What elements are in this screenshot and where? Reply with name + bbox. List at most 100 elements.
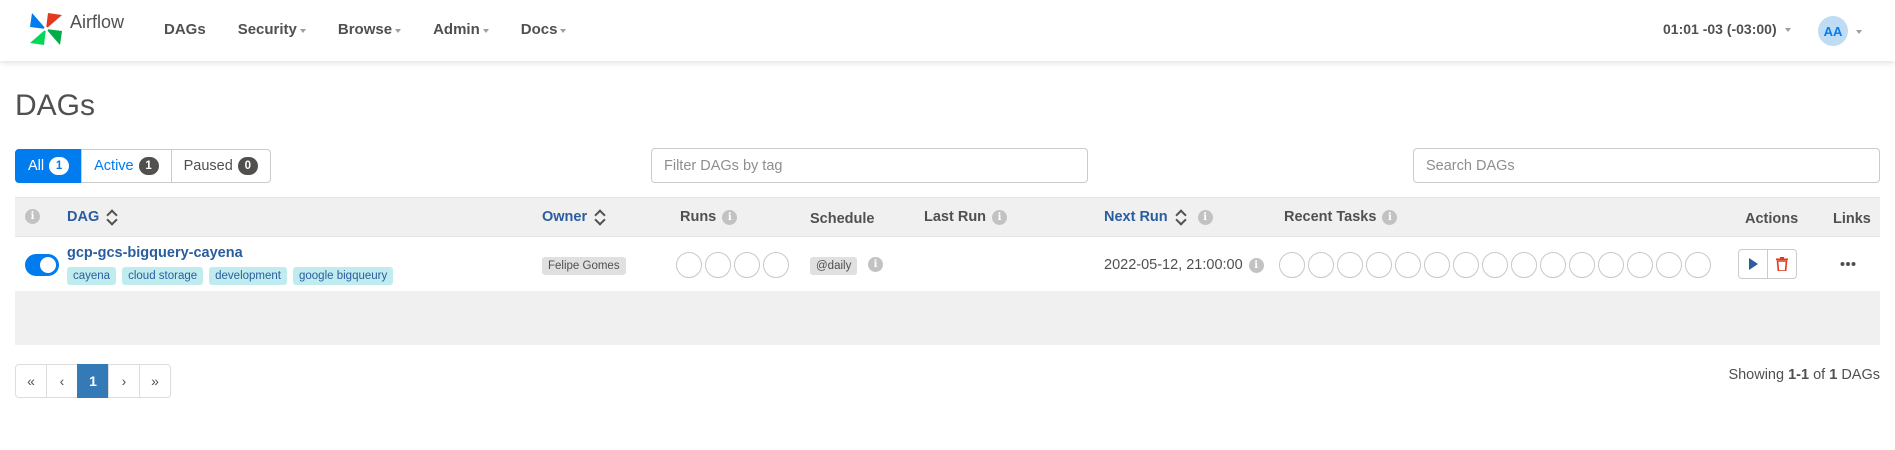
header-last-run-label: Last Run [924, 209, 987, 225]
dag-tag[interactable]: cloud storage [122, 267, 204, 285]
info-icon[interactable]: i [722, 209, 738, 225]
task-status-circle[interactable] [1569, 252, 1595, 278]
more-dots-icon [1840, 262, 1856, 266]
info-icon[interactable]: i [25, 209, 40, 224]
table-empty-row [15, 291, 1880, 345]
nav-admin-label: Admin [433, 21, 480, 38]
table-header: i DAG Owner Runs i Schedule Last Run i N… [15, 197, 1880, 236]
search-dags-input[interactable] [1413, 148, 1880, 183]
links-menu-button[interactable] [1840, 254, 1856, 272]
summary-suffix: DAGs [1837, 367, 1880, 383]
filter-paused-label: Paused [183, 158, 233, 174]
task-status-circle[interactable] [1279, 252, 1305, 278]
nav-docs[interactable]: Docs [521, 21, 567, 38]
play-icon [1749, 258, 1758, 270]
nav-docs-label: Docs [520, 21, 558, 38]
sort-icon [107, 209, 117, 225]
filter-all-button[interactable]: All 1 [15, 149, 83, 183]
page-last-button[interactable]: » [139, 364, 171, 398]
header-links-label: Links [1833, 211, 1871, 227]
header-dag[interactable]: DAG [67, 209, 117, 225]
run-status-circle[interactable] [763, 252, 789, 278]
nav-dags[interactable]: DAGs [164, 21, 206, 38]
timezone-clock-dropdown[interactable]: 01:01 -03 (-03:00) [1663, 21, 1791, 37]
info-icon[interactable]: i [1248, 257, 1264, 273]
dag-pause-toggle[interactable] [25, 254, 59, 276]
caret-down-icon [560, 28, 567, 33]
header-owner[interactable]: Owner [542, 209, 605, 225]
page-next-button[interactable]: › [108, 364, 140, 398]
filter-all-count: 1 [49, 157, 70, 175]
page-first-button[interactable]: « [15, 364, 47, 398]
run-status-circle[interactable] [734, 252, 760, 278]
user-avatar: AA [1818, 16, 1848, 46]
header-runs-label: Runs [680, 209, 717, 225]
task-status-circle[interactable] [1598, 252, 1624, 278]
dag-tag[interactable]: google bigqueury [293, 267, 394, 285]
nav-security[interactable]: Security [238, 21, 306, 38]
header-recent-tasks-label: Recent Tasks [1284, 209, 1377, 225]
dag-tag[interactable]: development [209, 267, 287, 285]
header-actions: Actions [1745, 211, 1798, 227]
brand-logo-link[interactable]: Airflow [28, 9, 124, 49]
nav-dags-label: DAGs [164, 21, 206, 38]
task-status-circle[interactable] [1424, 252, 1450, 278]
nav-security-label: Security [237, 21, 297, 38]
top-navbar: Airflow DAGs Security Browse Admin Docs … [0, 0, 1895, 61]
filter-active-button[interactable]: Active 1 [81, 149, 172, 183]
task-status-circle[interactable] [1511, 252, 1537, 278]
task-status-circle[interactable] [1308, 252, 1334, 278]
task-status-circle[interactable] [1627, 252, 1653, 278]
filter-paused-button[interactable]: Paused 0 [170, 149, 271, 183]
page-prev-button[interactable]: ‹ [46, 364, 78, 398]
header-dag-label: DAG [67, 209, 100, 225]
airflow-pinwheel-icon [30, 13, 62, 45]
task-status-circle[interactable] [1685, 252, 1711, 278]
task-status-circle[interactable] [1366, 252, 1392, 278]
caret-down-icon [1784, 28, 1791, 32]
filter-paused-count: 0 [237, 157, 258, 175]
info-icon[interactable]: i [992, 209, 1008, 225]
info-icon[interactable]: i [1382, 209, 1398, 225]
toggle-knob [40, 257, 56, 273]
dag-tag[interactable]: cayena [67, 267, 117, 285]
summary-prefix: Showing [1728, 367, 1789, 383]
task-status-circle[interactable] [1482, 252, 1508, 278]
run-status-circle[interactable] [705, 252, 731, 278]
table-row: gcp-gcs-bigquery-cayena cayena cloud sto… [15, 236, 1880, 291]
main-nav: DAGs Security Browse Admin Docs [164, 21, 598, 38]
info-icon[interactable]: i [868, 257, 883, 272]
header-owner-label: Owner [542, 209, 588, 225]
brand-name: Airflow [70, 11, 125, 32]
sort-icon [1176, 209, 1186, 225]
page-title: DAGs [15, 89, 96, 122]
info-icon[interactable]: i [1197, 209, 1213, 225]
tag-filter-input[interactable] [651, 148, 1088, 183]
caret-down-icon [395, 28, 402, 33]
pagination: « ‹ 1 › » [15, 364, 171, 398]
header-schedule-label: Schedule [810, 211, 875, 227]
trash-icon [1776, 257, 1788, 271]
dag-id-link[interactable]: gcp-gcs-bigquery-cayena [67, 245, 243, 261]
task-status-circle[interactable] [1453, 252, 1479, 278]
run-status-circle[interactable] [676, 252, 702, 278]
delete-dag-button[interactable] [1767, 249, 1797, 279]
task-status-circle[interactable] [1337, 252, 1363, 278]
task-status-circle[interactable] [1656, 252, 1682, 278]
task-status-circle[interactable] [1540, 252, 1566, 278]
schedule-badge[interactable]: @daily [810, 257, 858, 275]
nav-admin[interactable]: Admin [433, 21, 489, 38]
filter-active-label: Active [94, 158, 134, 174]
clock-time: 01:01 -03 (-03:00) [1663, 21, 1777, 37]
caret-down-icon [299, 28, 306, 33]
page-current-button[interactable]: 1 [77, 364, 109, 398]
caret-down-icon [1856, 30, 1862, 34]
nav-browse[interactable]: Browse [338, 21, 402, 38]
header-next-run[interactable]: Next Run i [1104, 209, 1213, 225]
task-status-circle[interactable] [1395, 252, 1421, 278]
trigger-dag-button[interactable] [1738, 249, 1768, 279]
caret-down-icon [482, 28, 489, 33]
summary-range: 1-1 [1788, 367, 1810, 383]
user-menu[interactable]: AA [1818, 16, 1862, 46]
header-links: Links [1833, 211, 1871, 227]
